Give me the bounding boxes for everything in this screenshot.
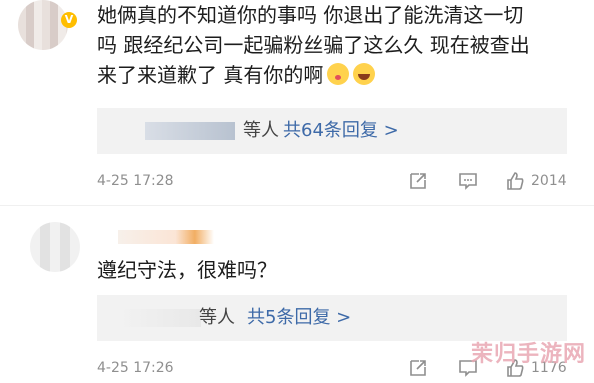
reply-suffix: 等人 [199,307,235,328]
comment-time: 4-25 17:26 [97,360,174,376]
redacted-usernames [119,309,201,327]
like-count: 2014 [531,173,567,189]
comment-line: 来了来道歉了 真有你的啊 [97,60,567,90]
comment-time: 4-25 17:28 [97,173,174,189]
redacted-usernames [145,122,235,140]
avatar[interactable] [18,0,68,50]
reply-summary[interactable]: 等人 共5条回复 > [97,295,567,341]
comment-meta: 4-25 17:28 2014 [97,170,577,194]
watermark: 茉归手游网 [470,342,586,367]
comment-line: 吗 跟经纪公司一起骗粉丝骗了这么久 现在被查出 [97,33,530,57]
like-icon[interactable] [504,170,526,192]
comment-line-text: 来了来道歉了 真有你的啊 [97,63,324,87]
verified-badge: V [61,12,77,28]
kissing-face-emoji [327,63,350,85]
share-icon[interactable] [407,170,429,192]
share-icon[interactable] [407,357,429,379]
comment-text: 遵纪守法，很难吗？ [97,258,277,282]
view-replies-link[interactable]: 共5条回复 > [247,295,351,341]
comment-divider [0,205,594,206]
comment-text: 她俩真的不知道你的事吗 你退出了能洗清这一切 吗 跟经纪公司一起骗粉丝骗了这么久… [97,0,567,90]
reply-summary[interactable]: 等人 共64条回复 > [97,108,567,154]
reply-suffix: 等人 [243,120,279,141]
avatar[interactable] [30,222,80,272]
laughing-face-emoji [353,63,376,85]
view-replies-link[interactable]: 共64条回复 > [283,108,399,154]
redacted-username [118,230,214,244]
comment-line: 她俩真的不知道你的事吗 你退出了能洗清这一切 [97,3,524,27]
comment-icon[interactable] [457,170,479,192]
